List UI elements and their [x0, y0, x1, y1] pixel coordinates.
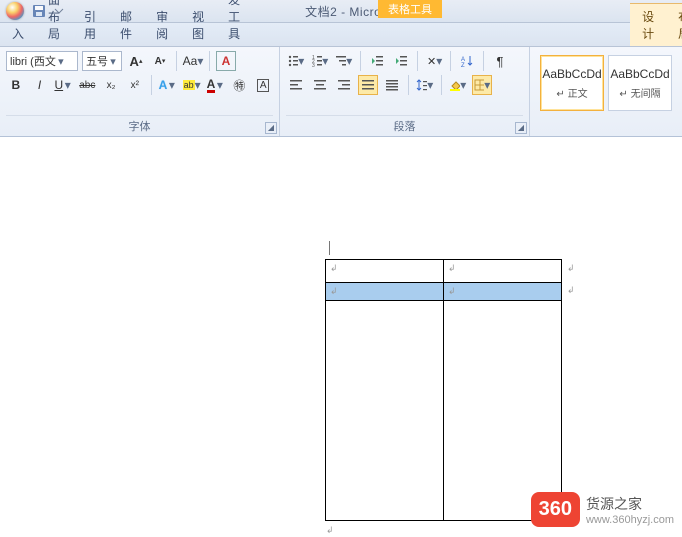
increase-indent-button[interactable]: [391, 51, 411, 71]
document-area[interactable]: ↲ ↲ ↲ ↲ ↲ ↲ ↲: [0, 137, 682, 535]
font-size-value: 五号: [86, 53, 108, 69]
style-name-label: ↵ 无间隔: [619, 85, 660, 100]
tab-references[interactable]: 引用: [72, 4, 108, 46]
font-name-value: libri (西文: [10, 53, 56, 69]
change-case-button[interactable]: Aa▾: [183, 51, 203, 71]
group-paragraph: ▾ 123▾ ▾ ✕▾ AZ ¶ ▾: [280, 47, 530, 136]
numbering-button[interactable]: 123▾: [310, 51, 330, 71]
ribbon: libri (西文▾ 五号▾ A▴ A▾ Aa▾ A B I U▾ abc x₂…: [0, 47, 682, 137]
tab-table-design[interactable]: 设计: [630, 3, 666, 46]
watermark-name: 货源之家: [586, 494, 674, 514]
paragraph-dialog-launcher[interactable]: ◢: [515, 122, 527, 134]
decrease-indent-button[interactable]: [367, 51, 387, 71]
multilevel-list-button[interactable]: ▾: [334, 51, 354, 71]
paragraph-mark-icon: ↲: [326, 525, 334, 536]
sort-button[interactable]: AZ: [457, 51, 477, 71]
line-spacing-button[interactable]: ▾: [415, 75, 435, 95]
style-normal[interactable]: AaBbCcDd ↵ 正文: [540, 55, 604, 111]
watermark: 360 货源之家 www.360hyzj.com: [531, 492, 674, 527]
bullets-button[interactable]: ▾: [286, 51, 306, 71]
font-dialog-launcher[interactable]: ◢: [265, 122, 277, 134]
table-tools-label: 表格工具: [378, 0, 442, 18]
group-styles: AaBbCcDd ↵ 正文 AaBbCcDd ↵ 无间隔: [530, 47, 682, 136]
circled-char-button[interactable]: ㊕: [230, 75, 250, 95]
bold-button[interactable]: B: [6, 75, 26, 95]
italic-button[interactable]: I: [30, 75, 50, 95]
text-cursor: [329, 241, 330, 255]
office-orb-icon[interactable]: [6, 2, 24, 20]
char-border-button[interactable]: A: [253, 75, 273, 95]
superscript-button[interactable]: x²: [125, 75, 145, 95]
table-cell-selected[interactable]: ↲: [444, 283, 562, 301]
shading-button[interactable]: ▾: [448, 75, 468, 95]
align-left-button[interactable]: [286, 75, 306, 95]
watermark-badge: 360: [531, 492, 580, 527]
highlight-button[interactable]: ab▾: [182, 75, 202, 95]
row-end-mark-icon: ↲: [567, 285, 575, 296]
strikethrough-button[interactable]: abc: [77, 75, 97, 95]
tab-mail[interactable]: 邮件: [108, 4, 144, 46]
style-preview: AaBbCcDd: [610, 67, 669, 81]
tab-insert[interactable]: 入: [0, 21, 36, 46]
row-end-mark-icon: ↲: [567, 263, 575, 274]
svg-text:✕: ✕: [427, 56, 436, 68]
document-table[interactable]: ↲ ↲ ↲ ↲: [325, 259, 562, 521]
justify-button[interactable]: [358, 75, 378, 95]
align-right-button[interactable]: [334, 75, 354, 95]
tab-developer[interactable]: 开发工具: [216, 0, 252, 46]
svg-text:Z: Z: [461, 63, 465, 68]
table-row[interactable]: [326, 301, 562, 521]
paragraph-group-label: 段落: [286, 115, 523, 134]
distributed-button[interactable]: [382, 75, 402, 95]
table-row-selected[interactable]: ↲ ↲: [326, 283, 562, 301]
font-size-combo[interactable]: 五号▾: [82, 51, 122, 71]
tab-review[interactable]: 审阅: [144, 4, 180, 46]
paragraph-mark-icon: ↲: [444, 284, 460, 299]
show-marks-button[interactable]: ¶: [490, 51, 510, 71]
text-effects-button[interactable]: A▾: [158, 75, 178, 95]
table-cell-selected[interactable]: ↲: [326, 283, 444, 301]
underline-button[interactable]: U▾: [53, 75, 73, 95]
paragraph-mark-icon: ↲: [444, 261, 460, 276]
paragraph-mark-icon: ↲: [326, 261, 342, 276]
shrink-font-button[interactable]: A▾: [150, 51, 170, 71]
align-center-button[interactable]: [310, 75, 330, 95]
style-preview: AaBbCcDd: [542, 67, 601, 81]
font-name-combo[interactable]: libri (西文▾: [6, 51, 78, 71]
contextual-tab-header: 表格工具: [378, 0, 442, 18]
style-name-label: ↵ 正文: [556, 85, 587, 100]
watermark-url: www.360hyzj.com: [586, 514, 674, 526]
group-font: libri (西文▾ 五号▾ A▴ A▾ Aa▾ A B I U▾ abc x₂…: [0, 47, 280, 136]
paragraph-mark-icon: ↲: [326, 284, 342, 299]
font-group-label: 字体: [6, 115, 273, 134]
table-cell[interactable]: ↲: [326, 260, 444, 283]
qat-dropdown-icon[interactable]: [52, 4, 66, 18]
style-no-spacing[interactable]: AaBbCcDd ↵ 无间隔: [608, 55, 672, 111]
table-cell[interactable]: [326, 301, 444, 521]
tab-view[interactable]: 视图: [180, 4, 216, 46]
save-icon[interactable]: [32, 4, 46, 18]
table-cell[interactable]: ↲: [444, 260, 562, 283]
asian-layout-button[interactable]: ✕▾: [424, 51, 444, 71]
font-color-button[interactable]: A▾: [206, 75, 226, 95]
ribbon-tabs: 入 页面布局 引用 邮件 审阅 视图 开发工具 设计 布局: [0, 23, 682, 47]
grow-font-button[interactable]: A▴: [126, 51, 146, 71]
clear-formatting-button[interactable]: A: [216, 51, 236, 71]
dropdown-icon: ▾: [56, 55, 66, 68]
page: ↲ ↲ ↲ ↲ ↲ ↲ ↲: [104, 157, 682, 537]
dropdown-icon: ▾: [108, 55, 118, 68]
table-cell[interactable]: [444, 301, 562, 521]
table-row[interactable]: ↲ ↲: [326, 260, 562, 283]
svg-text:3: 3: [312, 63, 315, 68]
borders-button[interactable]: ▾: [472, 75, 492, 95]
subscript-button[interactable]: x₂: [101, 75, 121, 95]
tab-table-layout[interactable]: 布局: [666, 3, 682, 46]
